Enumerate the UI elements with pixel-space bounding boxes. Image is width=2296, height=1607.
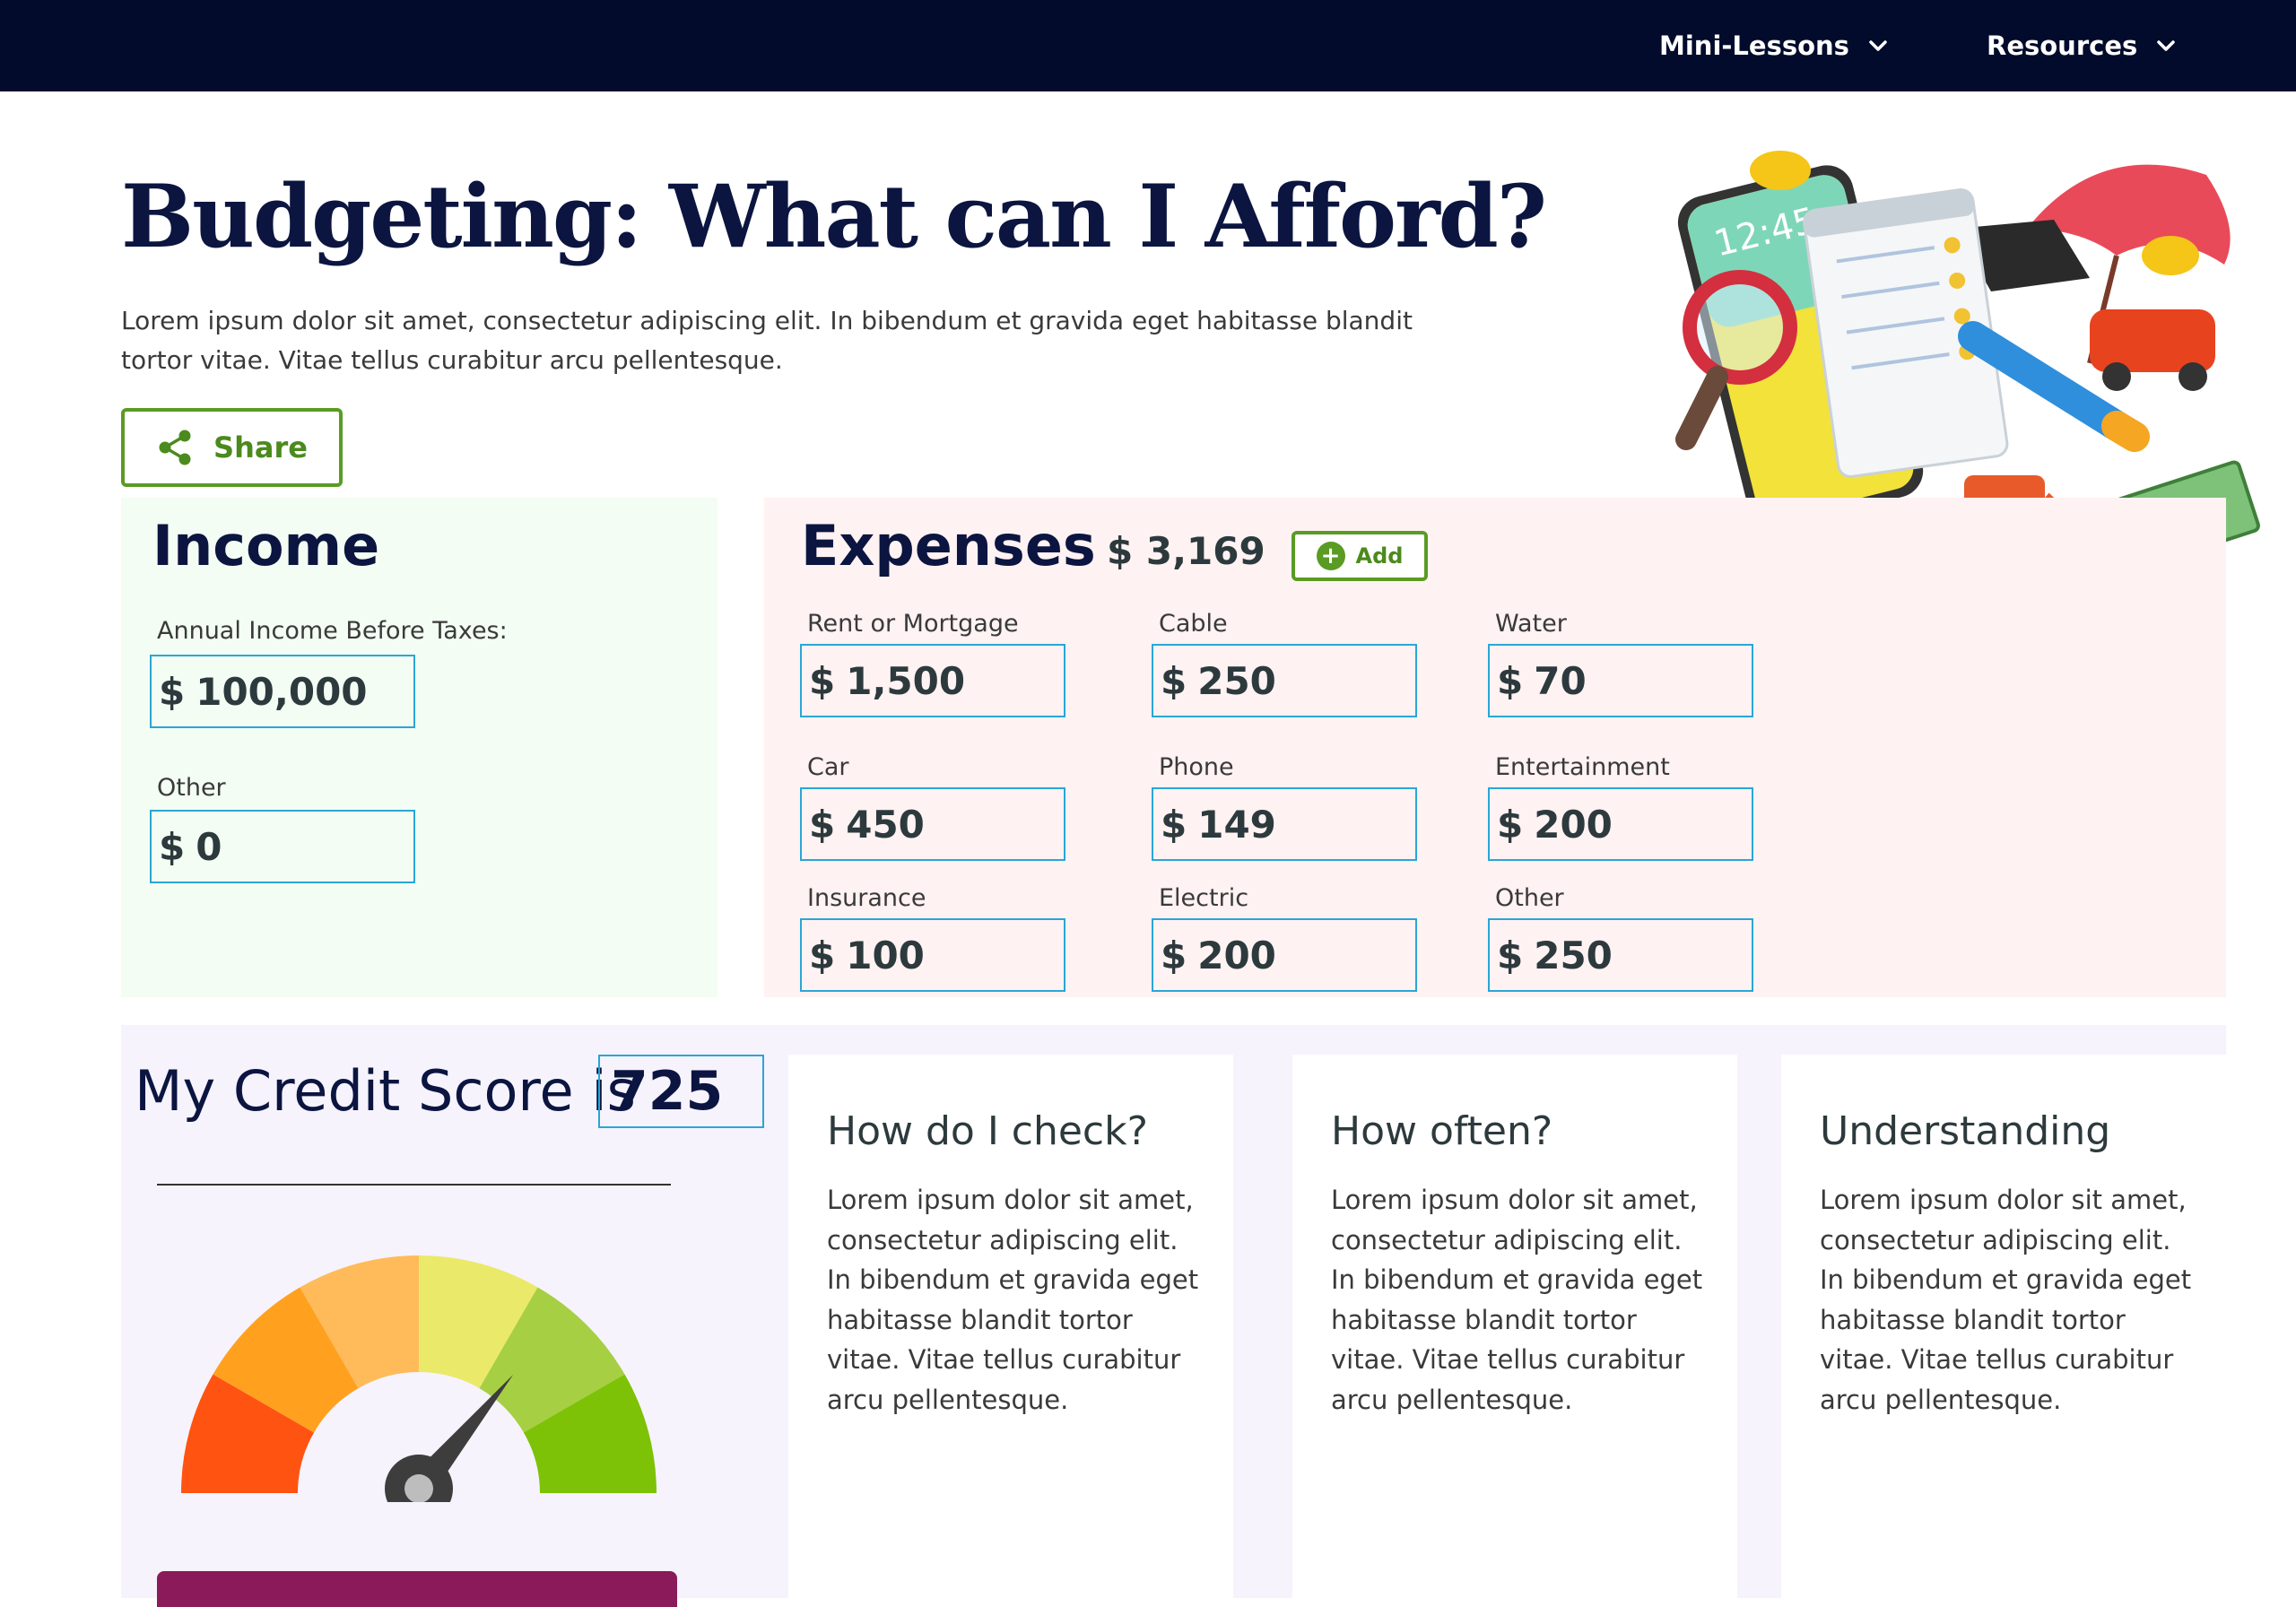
card-title: How do I check?	[827, 1108, 1148, 1154]
card-title: Understanding	[1820, 1108, 2111, 1154]
card-title: How often?	[1331, 1108, 1553, 1154]
expense-label-other: Other	[1495, 884, 1564, 912]
expense-value-insurance: 100	[846, 933, 925, 977]
currency-symbol: $	[1161, 658, 1187, 703]
nav-mini-lessons[interactable]: Mini-Lessons	[1659, 0, 1889, 91]
credit-score-value: 725	[611, 1060, 724, 1123]
card-body: Lorem ipsum dolor sit amet, consectetur …	[1820, 1185, 2192, 1415]
expense-label-rent: Rent or Mortgage	[807, 610, 1019, 638]
expense-value-rent: 1,500	[846, 658, 966, 703]
info-card-often: How often? Lorem ipsum dolor sit amet, c…	[1292, 1055, 1737, 1598]
currency-symbol: $	[809, 933, 836, 977]
bottom-action-button[interactable]	[157, 1571, 677, 1607]
credit-score-gauge	[181, 1255, 657, 1502]
expense-label-car: Car	[807, 753, 849, 781]
share-label: Share	[213, 430, 308, 465]
expense-value-phone: 149	[1197, 802, 1276, 847]
currency-symbol: $	[159, 824, 186, 869]
expenses-heading: Expenses	[801, 513, 1096, 578]
share-icon	[159, 430, 191, 465]
expense-field-insurance[interactable]: $ 100	[800, 918, 1065, 992]
credit-score-label: My Credit Score is	[135, 1058, 636, 1124]
info-card-check: How do I check? Lorem ipsum dolor sit am…	[788, 1055, 1233, 1598]
expense-value-other: 250	[1534, 933, 1613, 977]
gauge-hub-center	[404, 1474, 433, 1502]
info-card-understanding: Understanding Lorem ipsum dolor sit amet…	[1781, 1055, 2226, 1598]
other-income-label: Other	[157, 774, 226, 802]
share-button[interactable]: Share	[121, 408, 343, 487]
expense-field-water[interactable]: $ 70	[1488, 644, 1753, 717]
plus-circle-icon: +	[1316, 542, 1345, 570]
expense-label-insurance: Insurance	[807, 884, 926, 912]
currency-symbol: $	[1497, 933, 1524, 977]
expense-value-water: 70	[1534, 658, 1587, 703]
expenses-total: $ 3,169	[1107, 529, 1265, 573]
expense-label-electric: Electric	[1159, 884, 1249, 912]
card-body: Lorem ipsum dolor sit amet, consectetur …	[827, 1185, 1199, 1415]
currency-symbol: $	[1497, 658, 1524, 703]
add-label: Add	[1355, 543, 1404, 569]
page-intro: Lorem ipsum dolor sit amet, consectetur …	[121, 306, 1413, 375]
other-income-field[interactable]: $ 0	[150, 810, 415, 883]
currency-symbol: $	[1161, 802, 1187, 847]
currency-symbol: $	[1161, 933, 1187, 977]
nav-resources[interactable]: Resources	[1987, 0, 2177, 91]
credit-score-input[interactable]: 725	[598, 1055, 764, 1128]
annual-income-field[interactable]: $ 100,000	[150, 655, 415, 728]
page-title: Budgeting: What can I Afford?	[121, 166, 1547, 267]
annual-income-value: 100,000	[196, 669, 368, 714]
annual-income-label: Annual Income Before Taxes:	[157, 617, 508, 645]
currency-symbol: $	[159, 669, 186, 714]
expense-label-cable: Cable	[1159, 610, 1228, 638]
nav-mini-lessons-label: Mini-Lessons	[1659, 30, 1849, 61]
top-nav: Mini-Lessons Resources	[0, 0, 2296, 91]
expense-value-car: 450	[846, 802, 925, 847]
divider	[157, 1184, 671, 1186]
expense-label-water: Water	[1495, 610, 1567, 638]
card-body: Lorem ipsum dolor sit amet, consectetur …	[1331, 1185, 1703, 1415]
currency-symbol: $	[809, 658, 836, 703]
add-expense-button[interactable]: + Add	[1292, 531, 1428, 581]
expense-field-rent[interactable]: $ 1,500	[800, 644, 1065, 717]
income-heading: Income	[152, 513, 380, 578]
chevron-down-icon	[1869, 40, 1887, 51]
nav-resources-label: Resources	[1987, 30, 2138, 61]
chevron-down-icon	[2157, 40, 2176, 51]
expense-field-other[interactable]: $ 250	[1488, 918, 1753, 992]
currency-symbol: $	[1497, 802, 1524, 847]
expense-value-entertainment: 200	[1534, 802, 1613, 847]
expense-label-entertainment: Entertainment	[1495, 753, 1670, 781]
expense-field-cable[interactable]: $ 250	[1152, 644, 1417, 717]
expense-value-cable: 250	[1197, 658, 1276, 703]
expense-field-car[interactable]: $ 450	[800, 787, 1065, 861]
currency-symbol: $	[809, 802, 836, 847]
expense-field-electric[interactable]: $ 200	[1152, 918, 1417, 992]
expense-field-phone[interactable]: $ 149	[1152, 787, 1417, 861]
expense-field-entertainment[interactable]: $ 200	[1488, 787, 1753, 861]
other-income-value: 0	[196, 824, 222, 869]
expense-label-phone: Phone	[1159, 753, 1234, 781]
expense-value-electric: 200	[1197, 933, 1276, 977]
